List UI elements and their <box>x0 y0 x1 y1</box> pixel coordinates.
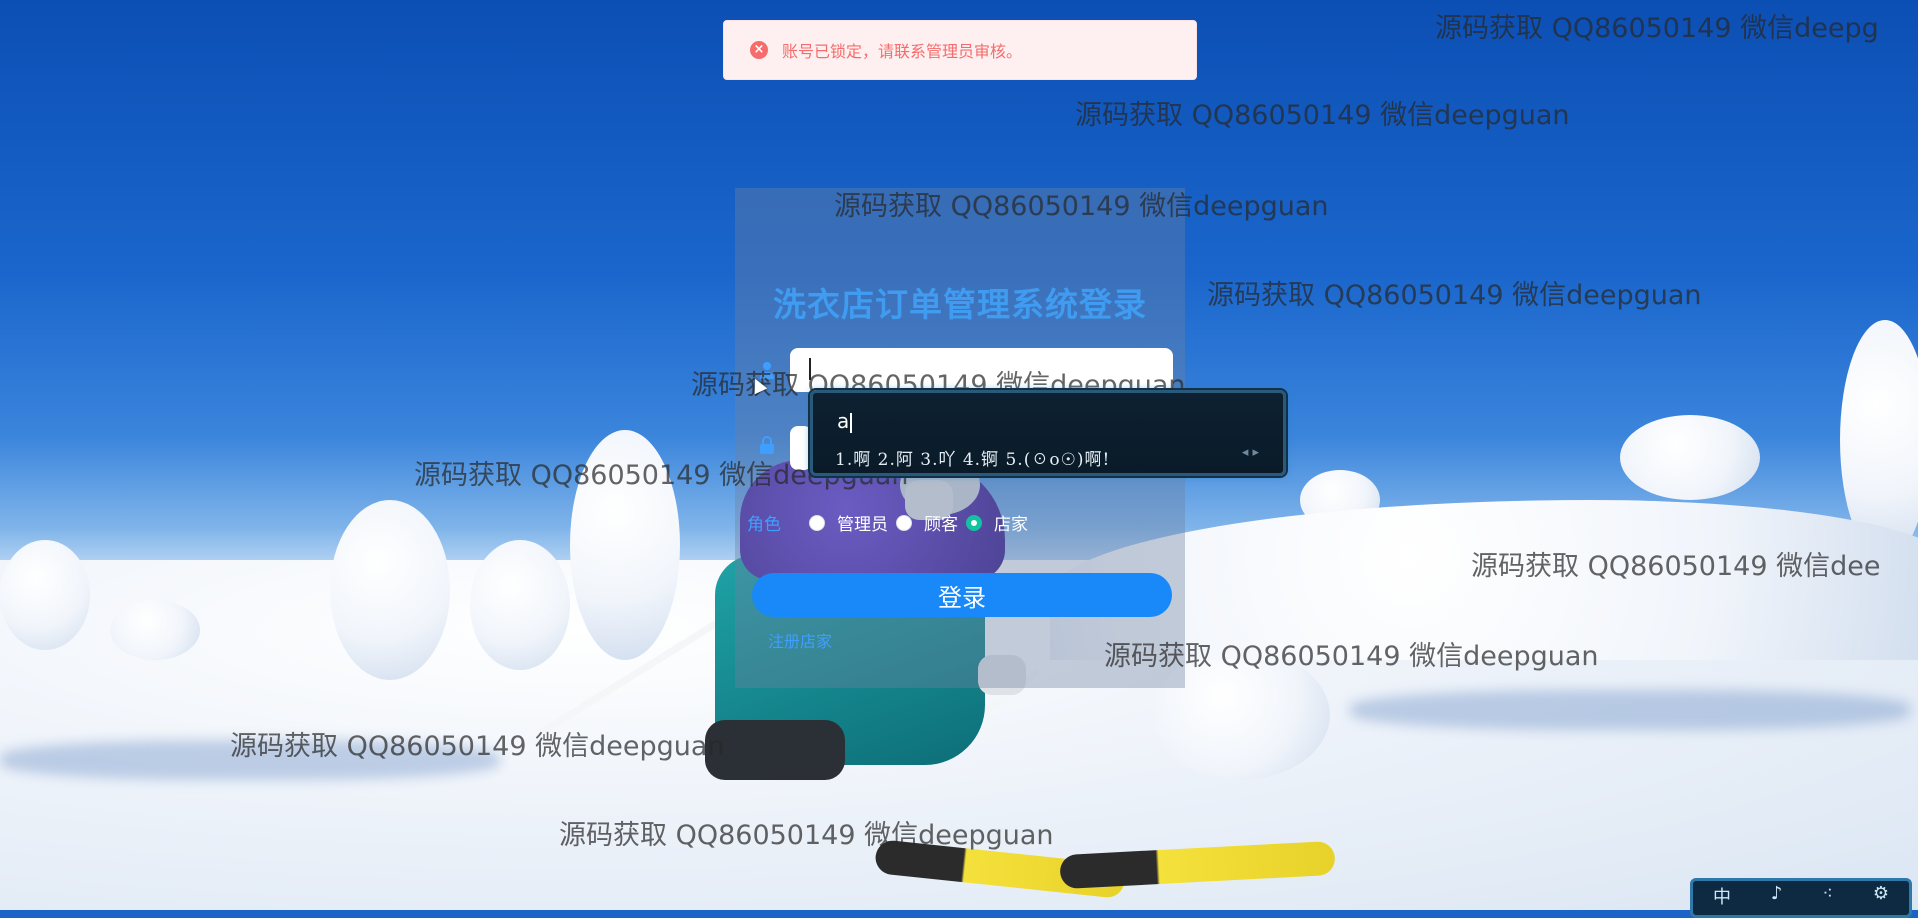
ime-toolbar[interactable]: 中 ♪ ⁖ ⚙ <box>1690 878 1912 918</box>
watermark: 源码获取 QQ86050149 微信deepguan <box>1104 641 1599 672</box>
radio-circle-checked[interactable] <box>966 514 982 531</box>
skier-boot <box>705 720 845 780</box>
error-toast: × 账号已锁定，请联系管理员审核。 <box>723 20 1197 80</box>
role-radio-label: 店家 <box>994 515 1028 535</box>
role-radio-label: 管理员 <box>837 515 888 535</box>
role-radio-admin[interactable]: 管理员 <box>809 510 888 535</box>
watermark: 源码获取 QQ86050149 微信deepguan <box>1207 280 1702 311</box>
watermark: 源码获取 QQ86050149 微信deepguan <box>559 820 1054 851</box>
watermark: 源码获取 QQ86050149 微信deepg <box>1435 13 1879 44</box>
watermark: 源码获取 QQ86050149 微信deepguan <box>230 731 725 762</box>
role-radio-label: 顾客 <box>924 515 958 535</box>
snow-tree <box>1620 415 1760 500</box>
role-selector: 角色 管理员 顾客 店家 <box>747 510 1036 535</box>
chinese-mode-icon[interactable]: 中 <box>1713 883 1731 909</box>
snow-tree <box>470 540 570 670</box>
ime-candidate-list[interactable]: 1.啊 2.阿 3.吖 4.锕 5.(☉o☉)啊! <box>835 445 1110 470</box>
role-radio-shop[interactable]: 店家 <box>966 510 1028 535</box>
watermark: 源码获取 QQ86050149 微信dee <box>1471 551 1881 582</box>
settings-gear-icon[interactable]: ⚙ <box>1873 883 1889 904</box>
watermark: 源码获取 QQ86050149 微信deepguan <box>1075 100 1570 131</box>
snow-tree <box>110 600 200 660</box>
error-circle-icon: × <box>750 41 768 59</box>
login-title: 洗衣店订单管理系统登录 <box>773 285 1147 324</box>
register-shop-link[interactable]: 注册店家 <box>768 628 832 652</box>
ime-composition: a <box>837 409 853 433</box>
snow-tree <box>0 540 90 650</box>
watermark: 源码获取 QQ86050149 微信deepguan <box>834 191 1329 222</box>
toast-message: 账号已锁定，请联系管理员审核。 <box>782 42 1023 61</box>
ime-caret <box>850 412 853 433</box>
snow-tree <box>330 500 450 680</box>
punctuation-icon[interactable]: ⁖ <box>1822 883 1833 904</box>
moon-icon[interactable]: ♪ <box>1771 883 1783 904</box>
radio-circle[interactable] <box>896 514 912 531</box>
login-button[interactable]: 登录 <box>752 573 1172 617</box>
role-radio-customer[interactable]: 顾客 <box>896 510 958 535</box>
role-label: 角色 <box>747 515 781 535</box>
ime-composition-text: a <box>837 409 850 433</box>
ime-candidate-window[interactable]: a 1.啊 2.阿 3.吖 4.锕 5.(☉o☉)啊! ◂ ▸ <box>810 390 1286 476</box>
snow-shadow <box>1350 690 1910 730</box>
ime-page-arrows-icon[interactable]: ◂ ▸ <box>1242 445 1259 460</box>
radio-circle[interactable] <box>809 514 825 531</box>
